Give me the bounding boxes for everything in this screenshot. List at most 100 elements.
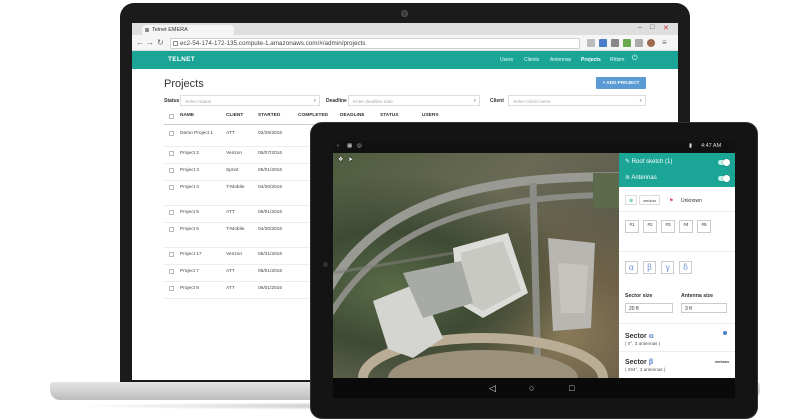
antenna-1-button[interactable]: #1 [625,220,639,233]
client-cell: ATT [226,131,235,136]
divider [619,323,735,324]
sector-alpha-button[interactable]: α [625,261,638,274]
browser-tab-title: Telnet EMERA [152,27,188,33]
satellite-map[interactable]: ❖ ➤ [333,153,619,378]
nav-projects[interactable]: Projects [581,57,601,63]
client-cell: Verizon [226,151,242,156]
menu-icon[interactable]: ≡ [662,38,667,48]
antenna-5-button[interactable]: #5 [697,220,711,233]
app-navbar: TELNET Users Clients Antennas Projects R… [132,51,678,69]
client-filter-select[interactable]: Select client name [508,95,646,106]
sector-alpha-item[interactable]: Sector α [625,331,654,340]
status-filter-select[interactable]: Select status [180,95,320,106]
extension-icon[interactable] [611,39,619,47]
sector-alpha-title: Sector [625,333,647,340]
sector-beta-button[interactable]: β [643,261,656,274]
row-checkbox[interactable] [169,151,174,156]
url-input[interactable]: ec2-54-174-172-135.compute-1.amazonaws.c… [170,38,580,49]
started-cell: 05/07/2016 [258,151,283,156]
roof-sketch-toggle[interactable] [718,159,730,166]
project-name-cell: Project 2 [180,151,199,156]
row-checkbox[interactable] [169,131,174,136]
layer-antennas[interactable]: ≋ Antennas [625,174,657,181]
row-checkbox[interactable] [169,168,174,173]
antenna-4-button[interactable]: #4 [679,220,693,233]
extension-icon[interactable] [623,39,631,47]
add-project-button[interactable]: + ADD PROJECT [596,77,646,89]
power-icon[interactable]: ⏻ [632,55,638,63]
carrier-filter-icon[interactable]: ⊛ [625,195,638,205]
reload-icon[interactable]: ↻ [157,38,164,48]
row-checkbox[interactable] [169,185,174,190]
sector-size-select[interactable]: 20 ft [625,303,673,313]
column-header-deadline[interactable]: DEADLINE [340,113,365,118]
layers-icon[interactable]: ❖ [338,156,343,163]
status-time: 4:47 AM [701,143,722,149]
antennas-toggle[interactable] [718,175,730,182]
started-cell: 06/01/2016 [258,269,283,274]
battery-icon: ▮ [689,143,693,149]
close-window-icon[interactable]: ✕ [663,24,669,32]
column-header-completed[interactable]: COMPLETED [298,113,328,118]
tablet-screen: ‹ ▦ ◎ ▮ 4:47 AM ❖ ➤ ✎ Roof sketch (1) ≋ … [333,141,735,398]
home-icon[interactable]: ○ [529,383,534,393]
star-icon[interactable] [587,39,595,47]
extension-icon[interactable] [635,39,643,47]
carrier-chip-verizon[interactable]: verizon [639,195,660,205]
divider [619,351,735,352]
nav-rfdsm[interactable]: Rfdsm [610,57,624,63]
sector-beta-title: Sector [625,359,647,366]
nav-users[interactable]: Users [500,57,513,63]
column-header-users[interactable]: USERS [422,113,439,118]
deadline-filter-label: Deadline [326,98,347,104]
sector-beta-greek: β [648,357,654,366]
client-cell: Sprint [226,168,239,173]
carrier-chip-unknown[interactable]: Unknown [677,195,706,205]
pencil-icon: ✎ [625,159,632,165]
sector-delta-button[interactable]: δ [679,261,692,274]
row-checkbox[interactable] [169,269,174,274]
back-icon[interactable]: ◁ [489,383,496,394]
column-header-status[interactable]: STATUS [380,113,398,118]
row-checkbox[interactable] [169,210,174,215]
started-cell: 05/31/2016 [258,252,283,257]
project-name-cell: Project 5 [180,210,199,215]
antenna-3-button[interactable]: #3 [661,220,675,233]
sector-beta-item[interactable]: Sector β [625,357,653,366]
row-checkbox[interactable] [169,286,174,291]
layer-roof-sketch[interactable]: ✎ Roof sketch (1) [625,158,672,165]
column-header-started[interactable]: STARTED [258,113,280,118]
compass-icon[interactable]: ➤ [348,156,353,163]
laptop-camera [401,10,408,17]
layers-icon[interactable]: ▦ [347,143,352,149]
started-cell: 05/01/2016 [258,210,283,215]
started-cell: 05/01/2016 [258,168,283,173]
scene: Telnet EMERA – □ ✕ ← → ↻ ec2-54-174-172-… [0,0,800,420]
antenna-2-button[interactable]: #2 [643,220,657,233]
forward-icon[interactable]: → [146,38,154,48]
client-cell: ATT [226,269,235,274]
maximize-icon[interactable]: □ [650,24,654,31]
nav-antennas[interactable]: Antennas [550,57,571,63]
column-header-client[interactable]: CLIENT [226,113,243,118]
map-imagery [333,172,619,378]
project-name-cell: Project 3 [180,168,199,173]
browser-tab[interactable]: Telnet EMERA [142,25,234,35]
deadline-filter-input[interactable]: Enter deadline date [348,95,480,106]
location-icon[interactable]: ◎ [357,143,362,149]
avatar[interactable] [647,39,655,47]
nav-clients[interactable]: Clients [524,57,539,63]
antenna-size-select[interactable]: 3 ft [681,303,727,313]
extension-icon[interactable] [599,39,607,47]
row-checkbox[interactable] [169,227,174,232]
row-checkbox[interactable] [169,252,174,257]
column-header-name[interactable]: NAME [180,113,194,118]
sector-gamma-button[interactable]: γ [661,261,674,274]
divider [619,251,735,252]
recents-icon[interactable]: □ [569,383,574,393]
select-all-checkbox[interactable] [169,114,174,119]
back-icon[interactable]: ‹ [337,143,339,149]
back-icon[interactable]: ← [136,38,144,48]
minimize-icon[interactable]: – [638,24,642,31]
started-cell: 04/30/2016 [258,185,283,190]
